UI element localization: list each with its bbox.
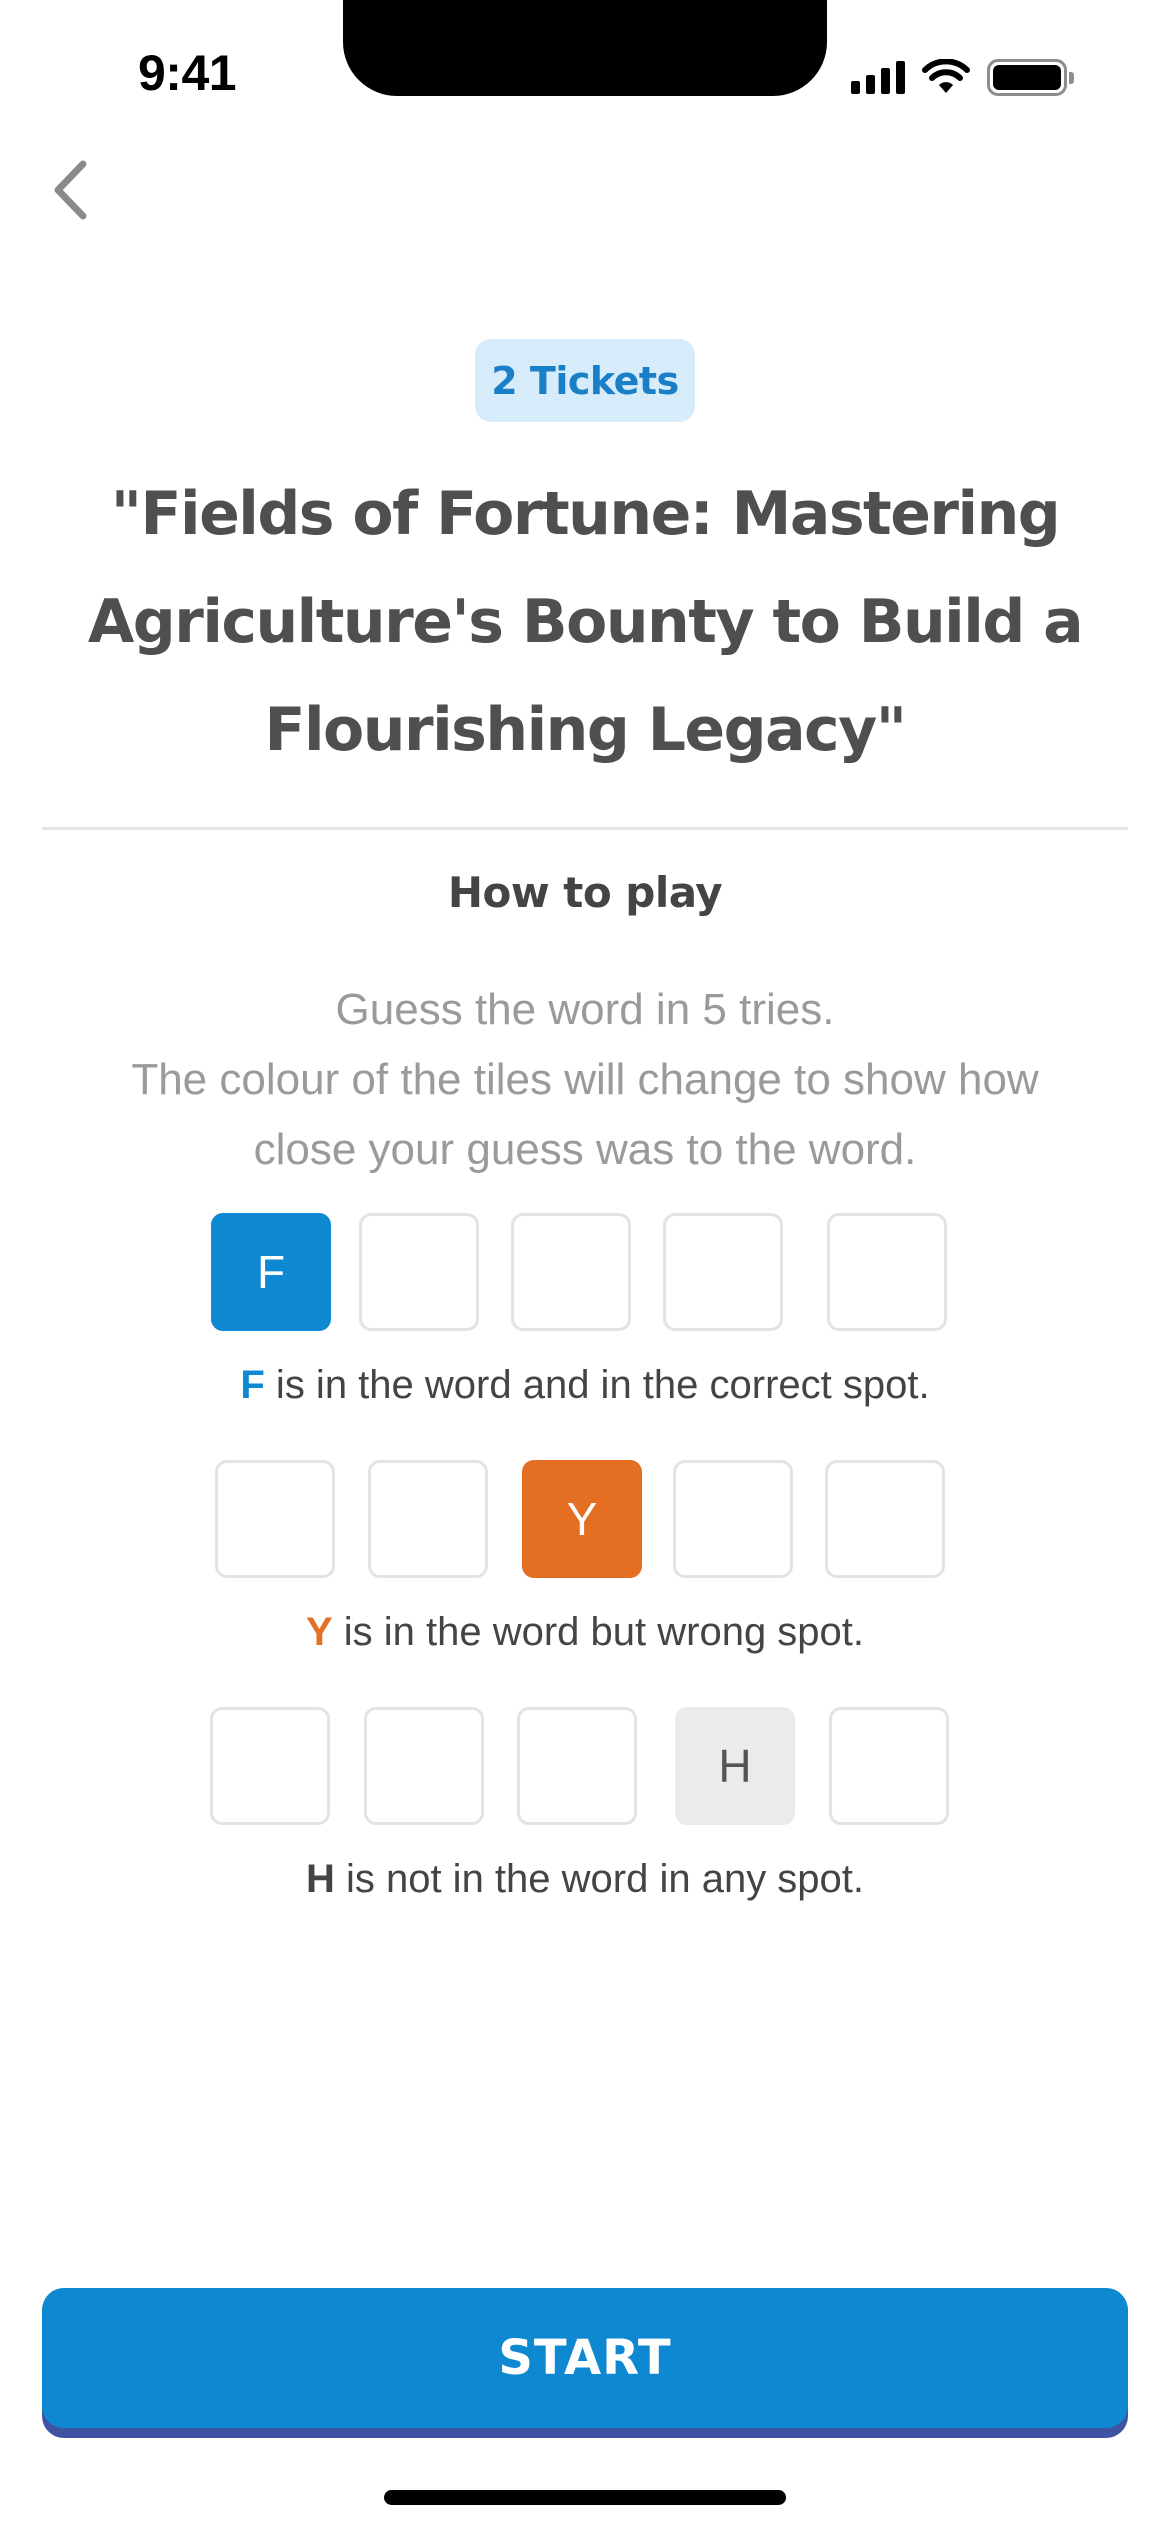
letter-tile bbox=[359, 1213, 479, 1331]
instruction-line: Guess the word in 5 tries. bbox=[335, 985, 835, 1034]
wifi-icon bbox=[922, 59, 970, 93]
example-caption-text: is not in the word in any spot. bbox=[334, 1857, 865, 1901]
status-time: 9:41 bbox=[138, 45, 237, 101]
example-tile-row-present: Y bbox=[0, 1460, 1170, 1580]
game-title-line: "Fields of Fortune: Mastering bbox=[110, 479, 1061, 549]
game-title-line: Agriculture's Bounty to Build a bbox=[87, 587, 1084, 657]
letter-tile bbox=[364, 1707, 484, 1825]
letter-tile: H bbox=[675, 1707, 795, 1825]
status-icons bbox=[851, 56, 1074, 98]
instruction-line: The colour of the tiles will change to s… bbox=[131, 1055, 1039, 1104]
example-caption-correct: F is in the word and in the correct spot… bbox=[0, 1363, 1170, 1408]
letter-tile bbox=[673, 1460, 793, 1578]
instruction-line: close your guess was to the word. bbox=[253, 1125, 917, 1174]
how-to-play-heading: How to play bbox=[447, 868, 723, 917]
letter-tile bbox=[663, 1213, 783, 1331]
example-letter: Y bbox=[305, 1610, 333, 1654]
device-notch bbox=[343, 0, 827, 96]
letter-tile bbox=[511, 1213, 631, 1331]
letter-tile bbox=[215, 1460, 335, 1578]
cellular-signal-icon bbox=[851, 60, 905, 94]
example-caption-absent: H is not in the word in any spot. bbox=[0, 1857, 1170, 1902]
game-title-line: Flourishing Legacy" bbox=[264, 695, 908, 765]
letter-tile bbox=[517, 1707, 637, 1825]
section-divider bbox=[42, 827, 1128, 830]
how-to-play-instructions: Guess the word in 5 tries. The colour of… bbox=[80, 975, 1090, 1185]
chevron-left-icon bbox=[54, 160, 87, 220]
letter-tile bbox=[827, 1213, 947, 1331]
letter-tile bbox=[825, 1460, 945, 1578]
example-tile-row-absent: H bbox=[0, 1707, 1170, 1827]
example-caption-text: is in the word but wrong spot. bbox=[332, 1610, 865, 1654]
example-caption-text: is in the word and in the correct spot. bbox=[264, 1363, 930, 1407]
battery-icon bbox=[987, 58, 1074, 96]
letter-tile: Y bbox=[522, 1460, 642, 1578]
start-button[interactable]: START bbox=[42, 2288, 1128, 2428]
letter-tile: F bbox=[211, 1213, 331, 1331]
game-title: "Fields of Fortune: Mastering Agricultur… bbox=[60, 460, 1110, 784]
example-letter: H bbox=[305, 1857, 335, 1901]
back-button[interactable] bbox=[40, 150, 100, 230]
letter-tile bbox=[210, 1707, 330, 1825]
example-tile-row-correct: F bbox=[0, 1213, 1170, 1333]
tickets-badge: 2 Tickets bbox=[475, 339, 695, 422]
status-bar: 9:41 bbox=[0, 0, 1170, 130]
example-caption-present: Y is in the word but wrong spot. bbox=[0, 1610, 1170, 1655]
letter-tile bbox=[829, 1707, 949, 1825]
example-letter: F bbox=[240, 1363, 265, 1407]
home-indicator[interactable] bbox=[384, 2490, 786, 2505]
letter-tile bbox=[368, 1460, 488, 1578]
